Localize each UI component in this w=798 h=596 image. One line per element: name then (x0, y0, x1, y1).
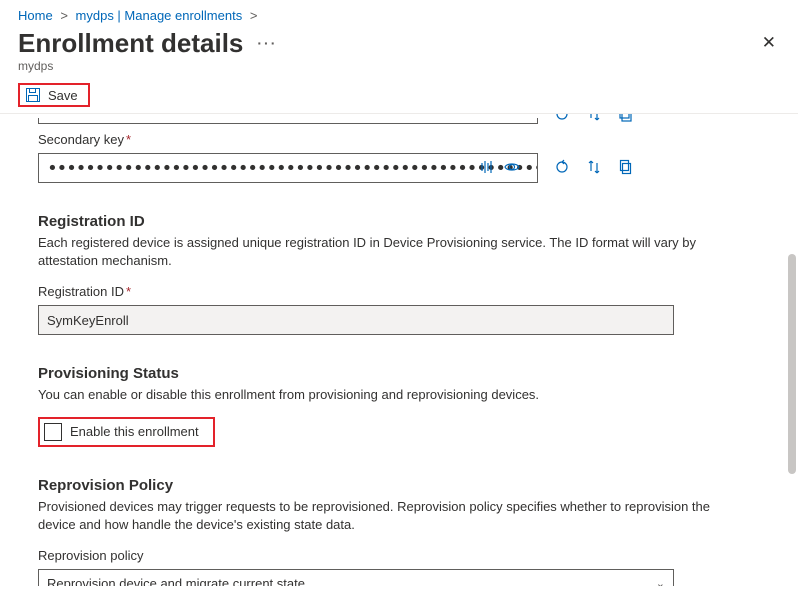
page-title: Enrollment details ··· (18, 28, 277, 59)
reprovision-policy-field-label: Reprovision policy (38, 548, 750, 563)
secondary-key-input[interactable]: ••••••••••••••••••••••••••••••••••••••••… (38, 153, 538, 183)
hide-icon[interactable] (480, 159, 496, 175)
enable-enrollment-checkbox[interactable] (44, 423, 62, 441)
copy-icon[interactable] (618, 114, 634, 122)
reprovision-policy-select[interactable]: Reprovision device and migrate current s… (38, 569, 674, 586)
required-mark: * (126, 132, 131, 147)
more-icon[interactable]: ··· (257, 35, 277, 51)
registration-id-input[interactable]: SymKeyEnroll (38, 305, 674, 335)
chevron-down-icon: ⌄ (656, 577, 665, 586)
regenerate-icon[interactable] (554, 114, 570, 122)
regenerate-icon[interactable] (554, 159, 570, 175)
registration-id-field-label: Registration ID* (38, 284, 750, 299)
reprovision-policy-desc: Provisioned devices may trigger requests… (38, 498, 750, 534)
provisioning-status-title: Provisioning Status (38, 365, 750, 382)
enable-enrollment-row[interactable]: Enable this enrollment (38, 417, 215, 447)
registration-id-desc: Each registered device is assigned uniqu… (38, 234, 750, 270)
show-icon[interactable] (504, 159, 520, 175)
scrollbar[interactable] (788, 114, 796, 586)
secondary-key-label: Secondary key* (38, 132, 750, 147)
page-title-text: Enrollment details (18, 28, 243, 59)
primary-key-input[interactable] (38, 118, 538, 124)
chevron-icon: > (250, 8, 258, 23)
copy-icon[interactable] (618, 159, 634, 175)
swap-icon[interactable] (586, 114, 602, 122)
breadcrumb-manage-enrollments[interactable]: mydps | Manage enrollments (76, 8, 243, 23)
chevron-icon: > (60, 8, 68, 23)
breadcrumb: Home > mydps | Manage enrollments > (0, 0, 798, 27)
required-mark: * (126, 284, 131, 299)
content: Secondary key* •••••••••••••••••••••••••… (0, 118, 768, 586)
swap-icon[interactable] (586, 159, 602, 175)
enable-enrollment-label: Enable this enrollment (70, 424, 199, 439)
save-icon (25, 87, 41, 103)
save-button[interactable]: Save (18, 83, 90, 107)
reprovision-policy-title: Reprovision Policy (38, 477, 750, 494)
close-icon[interactable]: ✕ (758, 27, 780, 59)
registration-id-title: Registration ID (38, 213, 750, 230)
save-label: Save (48, 88, 78, 103)
primary-key-field-partial (38, 118, 750, 124)
breadcrumb-home[interactable]: Home (18, 8, 53, 23)
page-subtitle: mydps (0, 59, 798, 79)
provisioning-status-desc: You can enable or disable this enrollmen… (38, 386, 750, 404)
scrollbar-thumb[interactable] (788, 254, 796, 474)
toolbar: Save (0, 79, 798, 114)
